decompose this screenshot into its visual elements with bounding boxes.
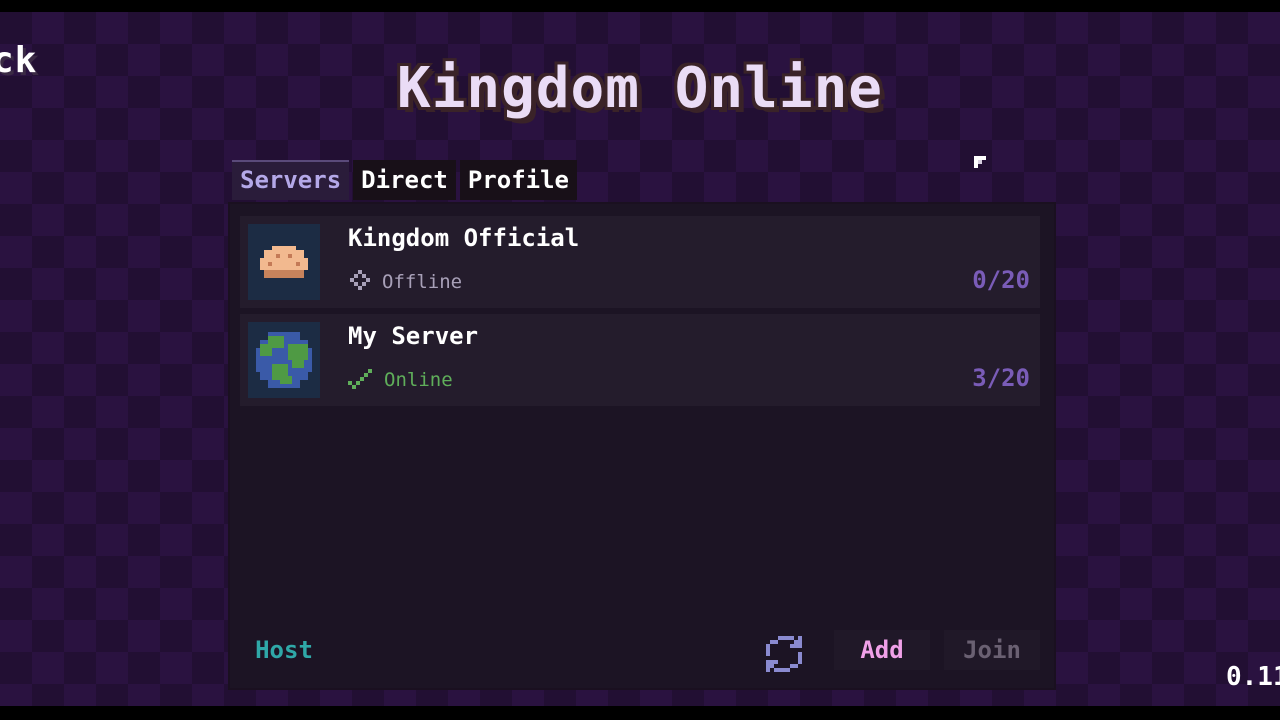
server-thumbnail (248, 224, 320, 300)
server-list-panel: Kingdom Official Offline 0/20 My Server … (228, 202, 1056, 690)
server-name: Kingdom Official (348, 224, 580, 252)
check-icon (348, 369, 372, 389)
refresh-icon[interactable] (762, 632, 806, 676)
server-thumbnail (248, 322, 320, 398)
server-row-kingdom-official[interactable]: Kingdom Official Offline 0/20 (240, 216, 1040, 308)
tab-bar: Servers Direct Profile (232, 160, 578, 200)
server-status: Offline (348, 268, 462, 296)
version-label: 0.11 (1226, 662, 1280, 692)
diamond-icon (350, 270, 370, 290)
page-title: Kingdom Online (396, 56, 883, 121)
globe-icon (256, 332, 312, 388)
server-status-label: Offline (382, 271, 463, 293)
server-name: My Server (348, 322, 479, 350)
server-row-my-server[interactable]: My Server Online 3/20 (240, 314, 1040, 406)
host-button[interactable]: Host (242, 630, 326, 670)
bread-icon (260, 246, 308, 278)
tab-servers[interactable]: Servers (232, 160, 350, 200)
join-button[interactable]: Join (944, 630, 1040, 670)
tab-profile[interactable]: Profile (459, 160, 578, 200)
add-button[interactable]: Add (834, 630, 930, 670)
mouse-cursor-icon (974, 156, 986, 168)
server-status-label: Online (384, 369, 453, 391)
server-status: Online (348, 366, 453, 394)
player-count: 3/20 (972, 364, 1030, 392)
tab-direct[interactable]: Direct (353, 160, 456, 200)
game-screen: ck Kingdom Online Servers Direct Profile (0, 12, 1280, 706)
player-count: 0/20 (972, 266, 1030, 294)
